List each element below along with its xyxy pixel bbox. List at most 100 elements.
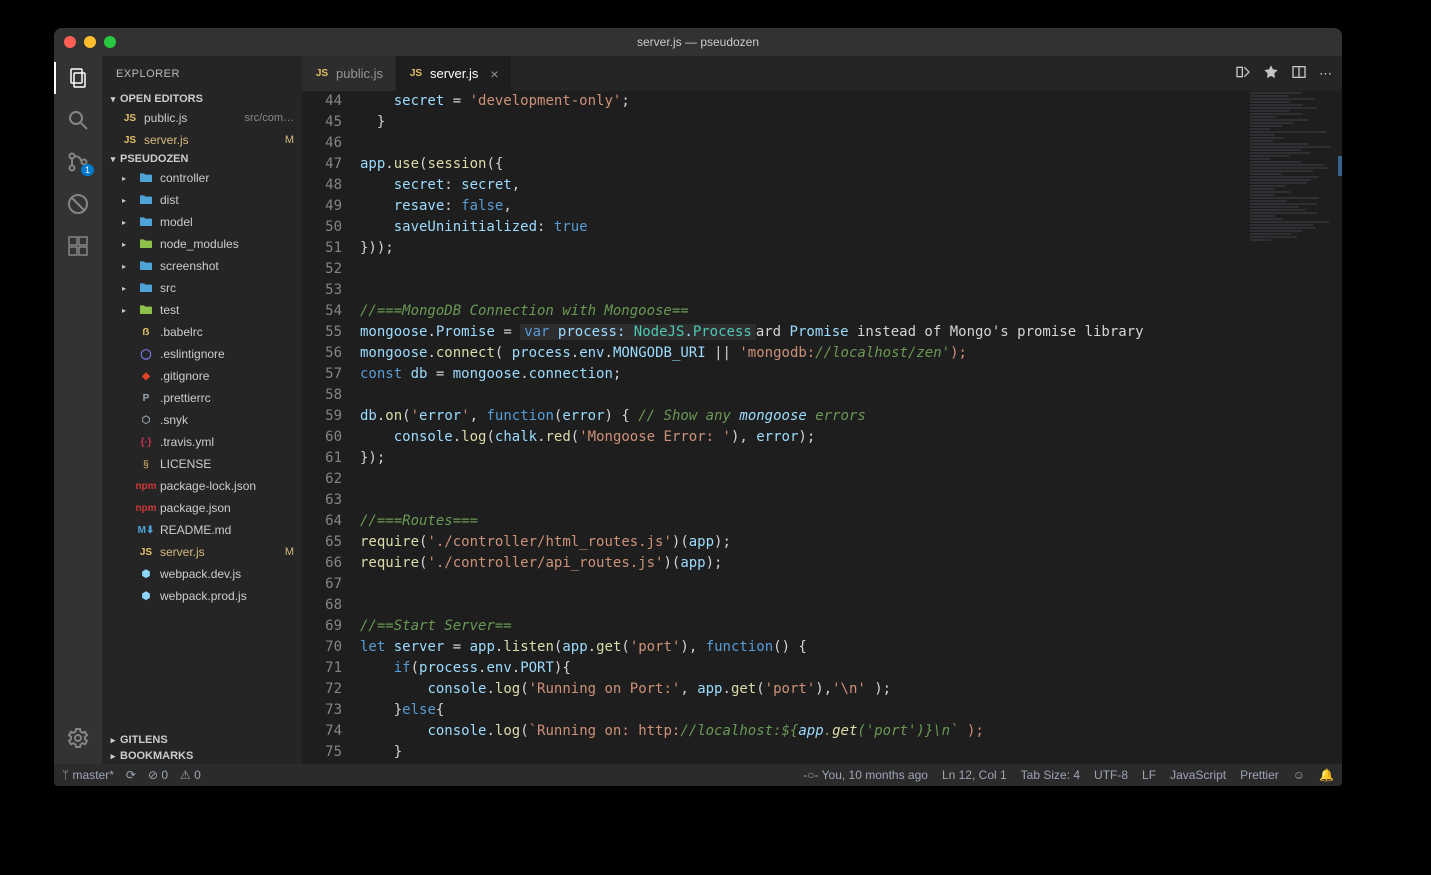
open-editors-header[interactable]: ▾ OPEN EDITORS	[102, 91, 302, 107]
code-line[interactable]: require('./controller/html_routes.js')(a…	[360, 532, 1342, 553]
file-item[interactable]: M⬇README.md	[102, 519, 302, 541]
sync-button[interactable]: ⟳	[126, 768, 136, 782]
folder-item[interactable]: ▸test	[102, 299, 302, 321]
file-item[interactable]: npmpackage-lock.json	[102, 475, 302, 497]
gitlens-header[interactable]: ▸ GITLENS	[102, 732, 302, 748]
folder-item[interactable]: ▸dist	[102, 189, 302, 211]
code-line[interactable]: if(process.env.PORT){	[360, 658, 1342, 679]
code-line[interactable]: }));	[360, 238, 1342, 259]
project-header[interactable]: ▾ PSEUDOZEN	[102, 151, 302, 167]
file-item[interactable]: ◆.gitignore	[102, 365, 302, 387]
folder-item[interactable]: ▸controller	[102, 167, 302, 189]
code-line[interactable]: let server = app.listen(app.get('port'),…	[360, 637, 1342, 658]
folder-item[interactable]: ▸src	[102, 277, 302, 299]
code-line[interactable]	[360, 469, 1342, 490]
code-line[interactable]: saveUninitialized: true	[360, 217, 1342, 238]
code-line[interactable]: resave: false,	[360, 196, 1342, 217]
code-line[interactable]	[360, 280, 1342, 301]
code-line[interactable]	[360, 574, 1342, 595]
folder-item[interactable]: ▸screenshot	[102, 255, 302, 277]
code-line[interactable]: });	[360, 763, 1342, 764]
source-control-icon[interactable]: 1	[66, 150, 90, 174]
code-line[interactable]: //===MongoDB Connection with Mongoose==	[360, 301, 1342, 322]
code-line[interactable]	[360, 595, 1342, 616]
file-item[interactable]: {·}.travis.yml	[102, 431, 302, 453]
code-line[interactable]: });	[360, 448, 1342, 469]
encoding[interactable]: UTF-8	[1094, 768, 1128, 782]
more-actions-icon[interactable]: ⋯	[1319, 66, 1332, 82]
file-item[interactable]: P.prettierrc	[102, 387, 302, 409]
file-item[interactable]: ⬡.snyk	[102, 409, 302, 431]
titlebar: server.js — pseudozen	[54, 28, 1342, 56]
explorer-icon[interactable]	[66, 66, 90, 90]
code-line[interactable]: mongoose.connect( process.env.MONGODB_UR…	[360, 343, 1342, 364]
close-window-button[interactable]	[64, 36, 76, 48]
feedback-icon[interactable]: ☺	[1293, 768, 1305, 782]
code-line[interactable]: //===Routes===	[360, 511, 1342, 532]
compare-changes-icon[interactable]	[1235, 64, 1251, 83]
code-line[interactable]: }else{	[360, 700, 1342, 721]
formatter[interactable]: Prettier	[1240, 768, 1279, 782]
bell-icon[interactable]: 🔔	[1319, 768, 1334, 782]
code-line[interactable]: console.log(`Running on: http://localhos…	[360, 721, 1342, 742]
folder-item[interactable]: ▸node_modules	[102, 233, 302, 255]
debug-icon[interactable]	[66, 192, 90, 216]
settings-gear-icon[interactable]	[66, 726, 90, 750]
code-line[interactable]: secret = 'development-only';	[360, 91, 1342, 112]
code-line[interactable]: console.log(chalk.red('Mongoose Error: '…	[360, 427, 1342, 448]
file-item[interactable]: ⬢webpack.prod.js	[102, 585, 302, 607]
git-blame[interactable]: -○- You, 10 months ago	[803, 768, 928, 782]
code-line[interactable]: const db = mongoose.connection;	[360, 364, 1342, 385]
file-item[interactable]: npmpackage.json	[102, 497, 302, 519]
open-editors-label: OPEN EDITORS	[120, 93, 203, 105]
code-line[interactable]: secret: secret,	[360, 175, 1342, 196]
search-icon[interactable]	[66, 108, 90, 132]
folder-item[interactable]: ▸model	[102, 211, 302, 233]
code-line[interactable]	[360, 385, 1342, 406]
tab-size[interactable]: Tab Size: 4	[1021, 768, 1080, 782]
file-item[interactable]: ẞ.babelrc	[102, 321, 302, 343]
file-name: node_modules	[160, 237, 239, 251]
code-line[interactable]: mongoose.Promise = var process: NodeJS.P…	[360, 322, 1342, 343]
open-editor-item[interactable]: JSserver.jsM	[102, 129, 302, 151]
line-number: 64	[302, 511, 342, 532]
code-line[interactable]: }	[360, 112, 1342, 133]
split-editor-icon[interactable]	[1291, 64, 1307, 83]
chevron-down-icon: ▾	[106, 94, 120, 105]
extensions-icon[interactable]	[66, 234, 90, 258]
code-line[interactable]: require('./controller/api_routes.js')(ap…	[360, 553, 1342, 574]
language-mode[interactable]: JavaScript	[1170, 768, 1226, 782]
code-editor[interactable]: 4445464748495051525354555657585960616263…	[302, 91, 1342, 764]
file-item[interactable]: ◯.eslintignore	[102, 343, 302, 365]
editor-tab[interactable]: JSpublic.js	[302, 56, 396, 91]
code-line[interactable]	[360, 490, 1342, 511]
minimize-window-button[interactable]	[84, 36, 96, 48]
gitlens-toggle-icon[interactable]	[1263, 64, 1279, 83]
code-line[interactable]	[360, 259, 1342, 280]
code-content[interactable]: secret = 'development-only'; } app.use(s…	[360, 91, 1342, 764]
minimap[interactable]	[1246, 91, 1342, 764]
minimap-viewport[interactable]	[1338, 156, 1342, 176]
file-item[interactable]: §LICENSE	[102, 453, 302, 475]
cursor-position[interactable]: Ln 12, Col 1	[942, 768, 1007, 782]
errors-indicator[interactable]: ⊘ 0	[148, 768, 168, 782]
maximize-window-button[interactable]	[104, 36, 116, 48]
file-item[interactable]: JSserver.jsM	[102, 541, 302, 563]
code-line[interactable]: //==Start Server==	[360, 616, 1342, 637]
file-item[interactable]: ⬢webpack.dev.js	[102, 563, 302, 585]
code-line[interactable]: db.on('error', function(error) { // Show…	[360, 406, 1342, 427]
warnings-indicator[interactable]: ⚠ 0	[180, 768, 201, 782]
code-line[interactable]: app.use(session({	[360, 154, 1342, 175]
branch-indicator[interactable]: ᛘ master*	[62, 768, 114, 782]
code-line[interactable]: }	[360, 742, 1342, 763]
close-tab-icon[interactable]: ×	[490, 66, 498, 82]
eol[interactable]: LF	[1142, 768, 1156, 782]
editor-tab[interactable]: JSserver.js×	[396, 56, 512, 91]
open-editor-item[interactable]: JSpublic.jssrc/com…	[102, 107, 302, 129]
bookmarks-header[interactable]: ▸ BOOKMARKS	[102, 748, 302, 764]
line-number: 52	[302, 259, 342, 280]
code-line[interactable]	[360, 133, 1342, 154]
folder-icon	[138, 236, 154, 252]
line-number: 72	[302, 679, 342, 700]
code-line[interactable]: console.log('Running on Port:', app.get(…	[360, 679, 1342, 700]
